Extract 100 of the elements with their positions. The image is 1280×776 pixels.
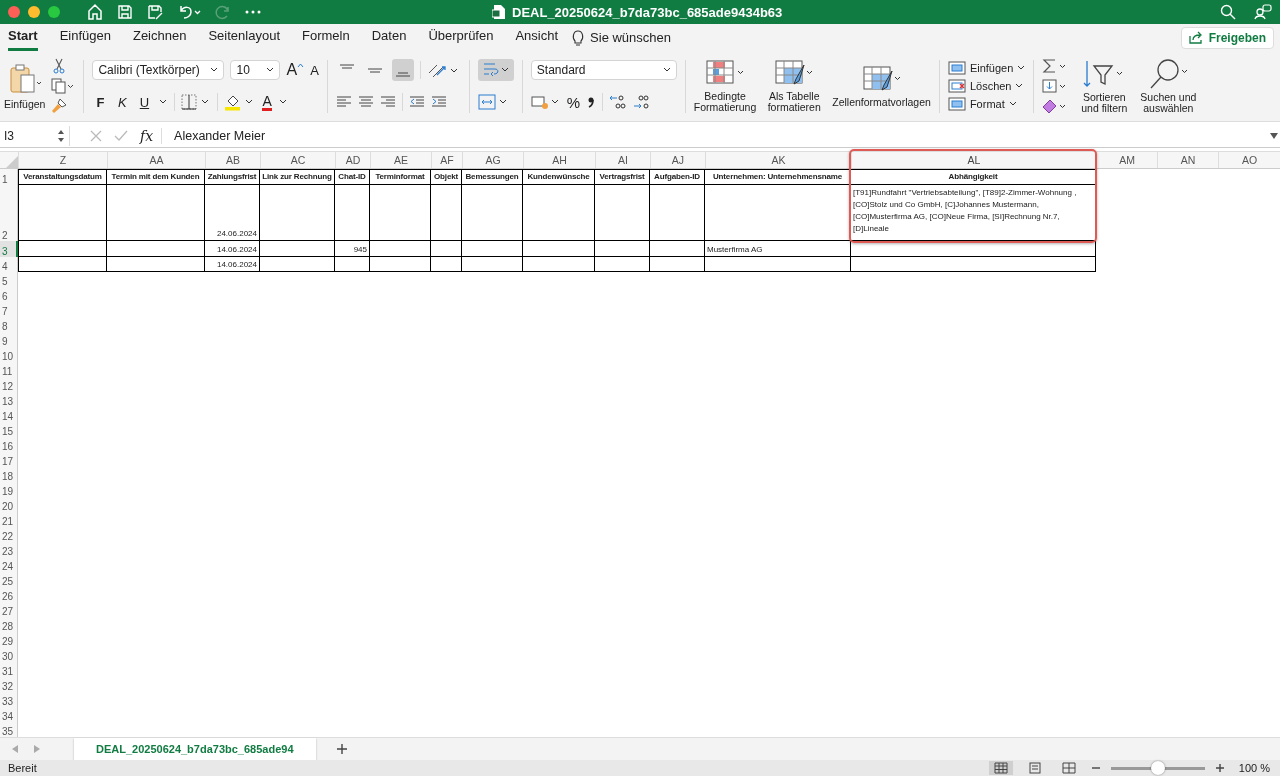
ribbon-tab[interactable]: Zeichnen [132,24,187,52]
minimize-button[interactable] [28,5,40,18]
column-header[interactable]: AE [370,152,431,169]
row-header[interactable]: 17 [0,452,18,468]
normal-view-button[interactable] [988,761,1013,776]
column-header[interactable]: AJ [650,152,705,169]
column-header[interactable]: AM [1096,152,1157,169]
row-header[interactable]: 12 [0,377,18,393]
row-header[interactable]: 35 [0,722,18,738]
checkmark-icon[interactable] [114,130,128,143]
row-header[interactable]: 31 [0,662,18,678]
column-header[interactable]: AG [462,152,523,169]
row-header[interactable]: 9 [0,332,18,348]
row-header[interactable]: 5 [0,272,18,288]
home-icon[interactable] [86,2,104,21]
search-icon[interactable] [1220,3,1236,20]
percent-button[interactable]: % [566,93,581,111]
chevron-down-icon[interactable] [277,99,288,106]
row-header[interactable]: 13 [0,392,18,408]
column-header[interactable]: AD [335,152,370,169]
column-header[interactable]: AA [107,152,205,169]
insert-function-button[interactable]: fx [140,128,163,145]
row-header[interactable]: 26 [0,587,18,603]
underline-button[interactable]: U [136,94,153,110]
row-header[interactable]: 15 [0,422,18,438]
row-header[interactable]: 3 [0,241,18,258]
row-header[interactable]: 8 [0,317,18,333]
styles-button[interactable]: Bedingte Formatierung [693,59,757,114]
row-header[interactable]: 11 [0,362,18,378]
align-right-icon[interactable] [379,95,396,110]
zoom-in-icon[interactable] [1214,763,1225,774]
italic-button[interactable]: K [114,94,131,110]
grow-font-button[interactable]: A [286,61,305,80]
sheet-tab[interactable]: DEAL_20250624_b7da73bc_685ade94 [74,738,316,761]
column-header[interactable]: AH [523,152,595,169]
font-name-dropdown[interactable]: Calibri (Textkörper) [92,60,225,81]
row-header[interactable]: 23 [0,542,18,558]
add-sheet-icon[interactable] [335,743,348,756]
row-header[interactable]: 24 [0,557,18,573]
column-header[interactable]: AK [705,152,851,169]
column-header[interactable]: AF [431,152,462,169]
row-header[interactable]: 22 [0,527,18,543]
row-header[interactable]: 6 [0,287,18,303]
column-header[interactable]: AI [595,152,650,169]
row-header[interactable]: 18 [0,467,18,483]
zoom-slider-thumb[interactable] [1150,761,1165,776]
wrap-text-button[interactable] [477,59,514,82]
ribbon-tab[interactable]: Ansicht [515,24,559,52]
row-header[interactable]: 10 [0,347,18,363]
editing-button[interactable]: Sortieren und filtern [1076,58,1133,115]
row-header[interactable]: 4 [0,257,18,273]
styles-button[interactable]: Als Tabelle formatieren [766,59,823,114]
row-header[interactable]: 29 [0,632,18,648]
row-header[interactable]: 14 [0,407,18,423]
align-center-icon[interactable] [357,95,374,110]
row-header[interactable]: 21 [0,512,18,528]
column-header[interactable]: AL [851,152,1096,169]
column-header[interactable]: AO [1218,152,1280,169]
name-box[interactable]: I3 [0,126,70,147]
styles-button[interactable]: Zellenformatvorlagen [832,64,931,108]
row-header[interactable]: 30 [0,647,18,663]
column-header[interactable]: AN [1157,152,1218,169]
column-header[interactable]: AB [205,152,260,169]
row-header[interactable]: 16 [0,437,18,453]
align-bottom-button[interactable] [391,59,414,82]
row-header[interactable]: 1 [0,169,18,186]
formula-field[interactable]: Alexander Meier [174,129,1258,144]
scissors-icon[interactable] [51,58,68,75]
ribbon-tab[interactable]: Einfügen [59,24,111,52]
font-color-button[interactable]: A [262,93,272,111]
font-size-dropdown[interactable]: 10 [230,60,281,81]
row-header[interactable]: 2 [0,185,18,242]
row-header[interactable]: 25 [0,572,18,588]
row-header[interactable]: 33 [0,692,18,708]
row-header[interactable]: 19 [0,482,18,498]
copy-icon[interactable] [51,78,76,95]
cells-command-button[interactable]: Format [947,97,1017,112]
tell-me-field[interactable]: Sie wünschen [590,30,672,46]
number-format-dropdown[interactable]: Standard [530,60,677,81]
row-header[interactable]: 32 [0,677,18,693]
ribbon-tab[interactable]: Daten [371,24,407,52]
chevron-down-icon[interactable] [158,99,169,106]
row-header[interactable]: 28 [0,617,18,633]
column-header[interactable]: AC [260,152,335,169]
save-icon[interactable] [116,2,134,21]
row-header[interactable]: 7 [0,302,18,318]
cells-command-button[interactable]: Löschen [947,79,1024,94]
row-header[interactable]: 27 [0,602,18,618]
row-header[interactable]: 20 [0,497,18,513]
expand-icon[interactable] [1270,133,1278,140]
paste-button[interactable]: Einfügen [4,62,46,110]
cells-command-button[interactable]: Einfügen [947,61,1026,76]
ribbon-tab[interactable]: Seitenlayout [208,24,280,52]
decrease-indent-icon[interactable] [408,95,425,110]
editing-button[interactable]: Suchen und auswählen [1140,58,1197,115]
ribbon-tab[interactable]: Formeln [302,24,350,52]
increase-indent-icon[interactable] [430,95,447,110]
accounting-format-icon[interactable] [530,94,561,111]
format-painter-icon[interactable] [51,98,68,115]
decrease-decimal-icon[interactable] [633,94,652,111]
